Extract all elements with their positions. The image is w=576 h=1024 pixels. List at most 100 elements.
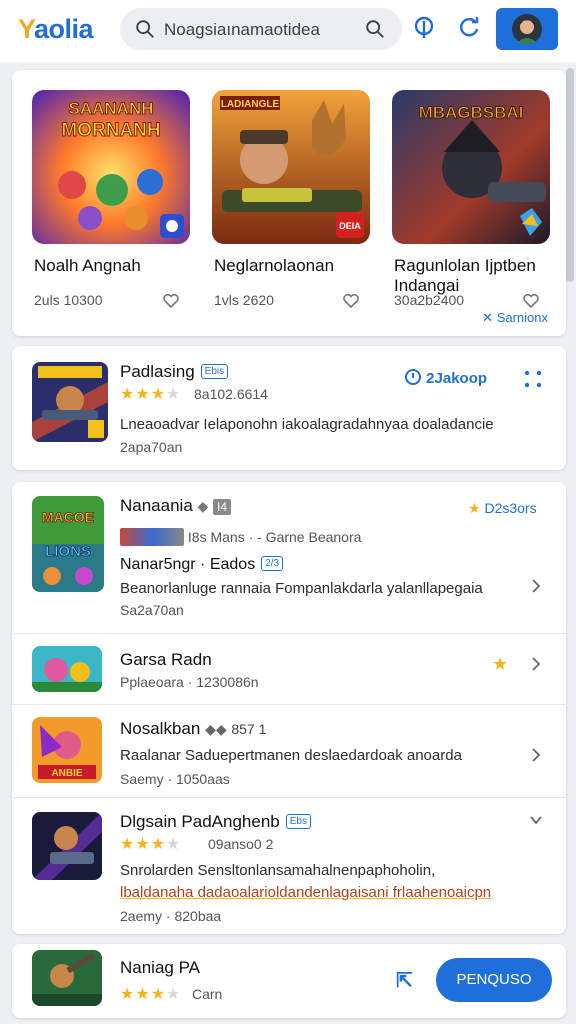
game-thumbnail xyxy=(32,812,102,880)
search-input[interactable]: Noagsiaınamaotidea xyxy=(164,20,320,40)
rating-stars: ★★★★ xyxy=(120,986,182,1003)
game-thumbnail xyxy=(32,362,108,442)
item-title: Nanaania ◆ I4 xyxy=(120,496,232,516)
featured-title: Neglarnolaonan xyxy=(214,256,335,275)
list-item[interactable]: ANBIE Nosalkban ◆◆ 857 1 Raalanar Saduep… xyxy=(12,705,566,797)
logo-text: aolia xyxy=(34,14,94,44)
chevron-right-icon[interactable] xyxy=(528,578,544,594)
item-tag: 857 1 xyxy=(231,721,267,737)
expand-icon: ✕ xyxy=(482,310,497,325)
spotlight-title: Padlasing Ebis xyxy=(120,362,229,382)
item-title-text: Nosalkban xyxy=(120,719,201,738)
item-subtitle-text: Nanar5ngr · Eados xyxy=(120,556,256,573)
featured-title: Ragunlolan Ijptben Indangai xyxy=(394,256,536,295)
item-description-highlight[interactable]: lbaldanaha dadaoalarioldandenlagaisani f… xyxy=(120,884,491,901)
game-list-card: MACOE LIONS Nanaania ◆ I4 ★ D2s3ors I8s … xyxy=(12,482,566,934)
item-title: Naniag PA xyxy=(120,958,201,977)
svg-text:MACOE: MACOE xyxy=(42,509,94,525)
item-subtitle: Nanar5ngr · Eados 2/3 xyxy=(120,556,284,574)
see-more-link[interactable]: ✕ Sarnionx xyxy=(482,310,548,326)
item-title-text: Nanaania xyxy=(120,496,193,515)
spotlight-card[interactable]: Padlasing Ebis ★★★★ 8a102.6614 2Jakoop Ln… xyxy=(12,346,566,470)
heart-icon[interactable] xyxy=(162,292,180,310)
item-sub: Saemy · 1050aas xyxy=(120,771,230,787)
game-thumbnail: MACOE LIONS xyxy=(32,496,104,592)
svg-text:DEIA: DEIA xyxy=(339,221,361,231)
item-title-text: Dlgsain PadAnghenb xyxy=(120,812,280,831)
tag-icon: ◆ xyxy=(197,498,209,514)
chevron-down-icon[interactable] xyxy=(528,812,544,828)
item-description: Beanorlanluge rannaia Fompanlakdarla yal… xyxy=(120,580,483,597)
spotlight-description: Lneaoadvar Ielaponohn iakoalagradahnyaa … xyxy=(120,416,494,433)
featured-item[interactable]: MBAGBSBAI Ragunlolan Ijptben Indangai 30… xyxy=(392,90,550,309)
follow-icon xyxy=(405,369,421,385)
profile-button[interactable] xyxy=(496,8,558,50)
svg-text:ANBIE: ANBIE xyxy=(51,768,82,779)
list-item[interactable]: MACOE LIONS Nanaania ◆ I4 ★ D2s3ors I8s … xyxy=(12,482,566,632)
item-sub: Carn xyxy=(192,986,223,1002)
item-title: Garsa Radn xyxy=(120,650,212,669)
svg-text:MORNANH: MORNANH xyxy=(61,120,160,141)
svg-text:LADIANGLE: LADIANGLE xyxy=(221,99,280,110)
list-item[interactable]: Garsa Radn Pplaeoara · 1230086n ★ xyxy=(12,634,566,704)
featured-item[interactable]: SAANANH MORNANH Noalh Angnah 2uls 10300 xyxy=(32,90,190,309)
more-icon[interactable] xyxy=(522,368,544,390)
game-thumbnail xyxy=(32,646,102,692)
item-sub: 2aemy · 820baa xyxy=(120,908,222,924)
editor-badge: Ebis xyxy=(200,364,229,379)
featured-meta: 30a2b2400 xyxy=(394,292,465,308)
item-description: Raalanar Saduepertmanen deslaedardoak an… xyxy=(120,747,462,764)
scrollbar[interactable] xyxy=(566,68,574,282)
search-submit-icon[interactable] xyxy=(364,18,386,40)
chevron-right-icon[interactable] xyxy=(528,747,544,763)
app-logo[interactable]: Yaolia xyxy=(18,14,94,45)
heart-icon[interactable] xyxy=(342,292,360,310)
item-tag: I4 xyxy=(213,499,232,515)
refresh-icon[interactable] xyxy=(455,14,483,42)
item-category: I8s Mans · - Garne Beanora xyxy=(120,528,361,546)
featured-meta: 1vls 2620 xyxy=(214,292,274,308)
heart-chevron-icon[interactable] xyxy=(528,656,544,672)
item-title: Dlgsain PadAnghenb Ebs xyxy=(120,812,311,832)
item-category-text: I8s Mans · - Garne Beanora xyxy=(187,529,362,545)
share-icon[interactable]: ⇱ xyxy=(396,968,413,993)
item-sub-badge: 2/3 xyxy=(261,556,284,571)
featured-meta: 2uls 10300 xyxy=(34,292,103,308)
item-description: Snrolarden Sensltonlansamahalnenpaphohol… xyxy=(120,862,436,879)
see-more-label: Sarnionx xyxy=(496,310,548,325)
rating-stars: ★★★★ xyxy=(120,836,182,853)
featured-item[interactable]: LADIANGLE DEIA Neglarnolaonan 1vls 2620 xyxy=(212,90,370,309)
svg-text:LIONS: LIONS xyxy=(45,543,91,560)
notification-icon[interactable] xyxy=(410,14,438,42)
spotlight-sub: 2apa70an xyxy=(120,439,183,455)
item-title: Nosalkban ◆◆ 857 1 xyxy=(120,719,266,739)
featured-title: Noalh Angnah xyxy=(34,256,141,275)
heart-icon[interactable] xyxy=(522,292,540,310)
search-icon xyxy=(136,20,154,38)
top-bar: Yaolia Noagsiaınamaotidea xyxy=(0,0,576,62)
list-item[interactable]: Dlgsain PadAnghenb Ebs ★★★★ 09anso0 2 Snr… xyxy=(12,798,566,934)
rating-text: 8a102.6614 xyxy=(194,386,268,402)
tag-icon: ◆◆ xyxy=(205,721,227,737)
svg-text:SAANANH: SAANANH xyxy=(69,99,154,118)
svg-text:MBAGBSBAI: MBAGBSBAI xyxy=(419,103,524,122)
follow-button[interactable]: 2Jakoop xyxy=(404,368,487,387)
game-thumbnail: ANBIE xyxy=(32,717,102,783)
star-icon: ★ xyxy=(468,500,481,516)
featured-label: ★ D2s3ors xyxy=(468,500,537,517)
star-icon[interactable]: ★ xyxy=(492,654,508,675)
search-bar[interactable]: Noagsiaınamaotidea xyxy=(120,8,402,50)
game-art: SAANANH MORNANH xyxy=(32,90,190,244)
bottom-card[interactable]: Naniag PA ★★★★ Carn ⇱ PENQUSO xyxy=(12,944,566,1018)
rating-text: 09anso0 2 xyxy=(208,836,274,852)
rating-stars: ★★★★ xyxy=(120,386,182,403)
install-button[interactable]: PENQUSO xyxy=(436,958,552,1002)
game-art: LADIANGLE DEIA xyxy=(212,90,370,244)
item-sub: Pplaeoara · 1230086n xyxy=(120,674,259,690)
follow-label: 2Jakoop xyxy=(426,370,488,387)
avatar xyxy=(512,14,542,44)
game-thumbnail xyxy=(32,950,102,1006)
item-sub: Sa2a70an xyxy=(120,602,184,618)
featured-card: SAANANH MORNANH Noalh Angnah 2uls 10300 … xyxy=(12,70,566,336)
spotlight-title-text: Padlasing xyxy=(120,362,195,381)
